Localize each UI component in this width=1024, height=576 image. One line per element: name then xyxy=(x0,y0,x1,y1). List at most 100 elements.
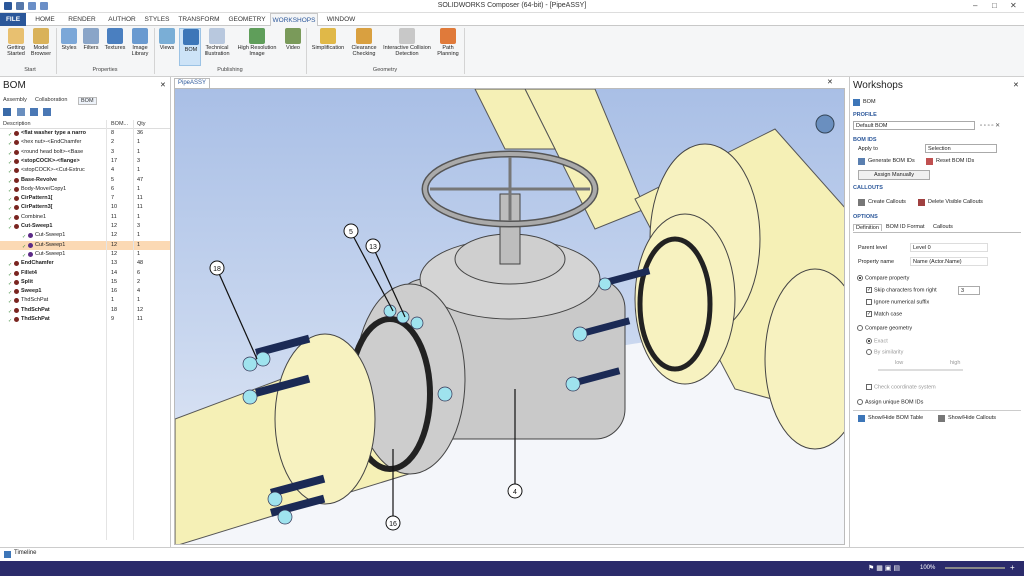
bom-row[interactable]: ✓ Cut-Sweep1 12 1 xyxy=(0,250,170,259)
bom-row[interactable]: ✓ Split 15 2 xyxy=(0,278,170,287)
filter-icon[interactable] xyxy=(3,108,11,116)
tab-geometry[interactable]: GEOMETRY xyxy=(226,13,268,26)
bom-row[interactable]: ✓ Fillet4 14 6 xyxy=(0,269,170,278)
skip-characters-checkbox[interactable]: ✓ Skip characters from right xyxy=(866,287,937,293)
textures-button[interactable]: Textures xyxy=(102,28,128,51)
zoom-level: 100% xyxy=(920,565,936,571)
getting-started-button[interactable]: Getting Started xyxy=(4,28,28,57)
high-resolution-image-button[interactable]: High Resolution Image xyxy=(233,28,281,57)
bom-row[interactable]: ✓ Combine1 11 1 xyxy=(0,213,170,222)
video-button[interactable]: Video xyxy=(283,28,303,51)
zoom-slider[interactable] xyxy=(945,567,1005,569)
apply-to-select[interactable]: Selection xyxy=(925,144,997,153)
compare-property-radio[interactable]: Compare property xyxy=(857,275,909,281)
tab-file[interactable]: FILE xyxy=(0,13,26,26)
technical-illustration-button[interactable]: Technical Illustration xyxy=(202,28,232,57)
views-button[interactable]: Views xyxy=(157,28,177,51)
table-icon[interactable] xyxy=(30,108,38,116)
assign-unique-radio[interactable]: Assign unique BOM IDs xyxy=(857,399,923,405)
subtab-bom[interactable]: BOM xyxy=(78,97,97,105)
bom-row[interactable]: ✓ <stopCOCK>-<Cut-Extruc 4 1 xyxy=(0,166,170,175)
bom-row[interactable]: ✓ CirPattern3[10 11 xyxy=(0,203,170,212)
bom-row[interactable]: ✓ ThdSchPat 9 11 xyxy=(0,315,170,324)
similarity-slider[interactable] xyxy=(878,369,963,371)
bom-button[interactable]: BOM xyxy=(179,28,201,66)
bom-row[interactable]: ✓ Cut-Sweep1 12 1 xyxy=(0,231,170,240)
timeline-tab[interactable]: Timeline xyxy=(14,550,36,556)
show-hide-callouts-button[interactable]: Show/Hide Callouts xyxy=(938,415,996,422)
simplification-button[interactable]: Simplification xyxy=(309,28,347,51)
bom-row[interactable]: ✓ <stopCOCK>-<flange> 17 3 xyxy=(0,157,170,166)
tab-home[interactable]: HOME xyxy=(30,13,60,26)
by-similarity-radio[interactable]: By similarity xyxy=(866,349,903,355)
show-hide-bom-table-button[interactable]: Show/Hide BOM Table xyxy=(858,415,923,422)
visibility-check-icon[interactable]: ✓ xyxy=(8,317,12,326)
subtab-collaboration[interactable]: Collaboration xyxy=(35,97,67,103)
profile-toolbar-icons[interactable]: ▫ ▫ ▫ ▫ ✕ xyxy=(980,122,1000,129)
bom-row[interactable]: ✓ CirPattern1[7 11 xyxy=(0,194,170,203)
divider xyxy=(154,28,155,74)
close-icon[interactable]: ✕ xyxy=(160,81,166,89)
close-icon[interactable]: ✕ xyxy=(1010,1,1017,10)
bom-row[interactable]: ✓ Sweep1 16 4 xyxy=(0,287,170,296)
property-name-select[interactable]: Name (Actor.Name) xyxy=(910,257,988,266)
tab-styles[interactable]: STYLES xyxy=(142,13,172,26)
skip-characters-input[interactable]: 3 xyxy=(958,286,980,295)
maximize-icon[interactable]: □ xyxy=(992,1,997,10)
tab-transform[interactable]: TRANSFORM xyxy=(176,13,222,26)
tab-author[interactable]: AUTHOR xyxy=(104,13,140,26)
bom-row[interactable]: ✓ ThdSchPat 1 1 xyxy=(0,296,170,305)
create-callouts-button[interactable]: Create Callouts xyxy=(858,199,906,206)
filters-button[interactable]: Filters xyxy=(81,28,101,51)
bom-row[interactable]: ✓ ThdSchPat 18 12 xyxy=(0,306,170,315)
subtab-assembly[interactable]: Assembly xyxy=(3,97,27,103)
bom-row[interactable]: ✓ Cut-Sweep1 12 3 xyxy=(0,222,170,231)
assign-manually-button[interactable]: Assign Manually xyxy=(858,170,930,180)
reset-bom-ids-button[interactable]: Reset BOM IDs xyxy=(926,158,974,165)
property-name-label: Property name xyxy=(858,259,895,265)
image-library-button[interactable]: Image Library xyxy=(129,28,151,57)
navigation-cube-icon[interactable] xyxy=(815,114,835,134)
tab-window[interactable]: WINDOW xyxy=(322,13,360,26)
bom-row[interactable]: ✓ EndChamfer 13 48 xyxy=(0,259,170,268)
delete-callouts-button[interactable]: Delete Visible Callouts xyxy=(918,199,983,206)
tab-render[interactable]: RENDER xyxy=(64,13,100,26)
model-browser-button[interactable]: Model Browser xyxy=(29,28,53,57)
col-bom[interactable]: BOM... xyxy=(111,121,128,127)
bom-row[interactable]: ✓ <round head bolt>-<Base 3 1 xyxy=(0,148,170,157)
bom-row[interactable]: ✓ Base-Revolve 5 47 xyxy=(0,176,170,185)
zoom-in-icon[interactable]: + xyxy=(1010,563,1015,572)
tab-workshops[interactable]: WORKSHOPS xyxy=(270,13,318,26)
minimize-icon[interactable]: – xyxy=(973,1,977,10)
bom-row[interactable]: ✓ <hex nut>-<EndChamfer 2 1 xyxy=(0,138,170,147)
bom-toolbar xyxy=(3,108,63,118)
col-description[interactable]: Description xyxy=(3,121,31,127)
bom-row[interactable]: ✓ Cut-Sweep1 12 1 xyxy=(0,240,170,250)
pipe-assembly-model[interactable]: 18 5 13 4 16 xyxy=(175,89,845,545)
styles-button[interactable]: Styles xyxy=(59,28,79,51)
close-icon[interactable]: ✕ xyxy=(827,78,833,86)
interactive-collision-detection-button[interactable]: Interactive Collision Detection xyxy=(381,28,433,57)
tab-definition[interactable]: Definition xyxy=(853,224,882,231)
generate-bom-ids-button[interactable]: Generate BOM IDs xyxy=(858,158,915,165)
ignore-suffix-checkbox[interactable]: Ignore numerical suffix xyxy=(866,299,929,305)
match-case-checkbox[interactable]: ✓ Match case xyxy=(866,311,902,317)
grid-icon[interactable] xyxy=(43,108,51,116)
tool-icons[interactable]: ⚑ ▦ ▣ ▤ xyxy=(868,564,900,572)
tab-bom-id-format[interactable]: BOM ID Format xyxy=(886,224,925,230)
parent-level-select[interactable]: Level 0 xyxy=(910,243,988,252)
compare-geometry-radio[interactable]: Compare geometry xyxy=(857,325,912,331)
tab-callouts[interactable]: Callouts xyxy=(933,224,953,230)
profile-select[interactable]: Default BOM xyxy=(853,121,975,130)
bom-row[interactable]: ✓ <flat washer type a narro 8 36 xyxy=(0,129,170,138)
bom-list-icon[interactable] xyxy=(17,108,25,116)
exact-radio[interactable]: Exact xyxy=(866,338,888,344)
close-icon[interactable]: ✕ xyxy=(1013,81,1019,89)
clearance-checking-button[interactable]: Clearance Checking xyxy=(349,28,379,57)
3d-canvas[interactable]: 18 5 13 4 16 xyxy=(174,88,845,545)
bom-row[interactable]: ✓ Body-Move/Copy1 6 1 xyxy=(0,185,170,194)
check-coordinate-checkbox[interactable]: Check coordinate system xyxy=(866,384,936,390)
path-planning-button[interactable]: Path Planning xyxy=(435,28,461,57)
document-tab[interactable]: PipeASSY xyxy=(174,78,211,88)
col-qty[interactable]: Qty xyxy=(137,121,146,127)
